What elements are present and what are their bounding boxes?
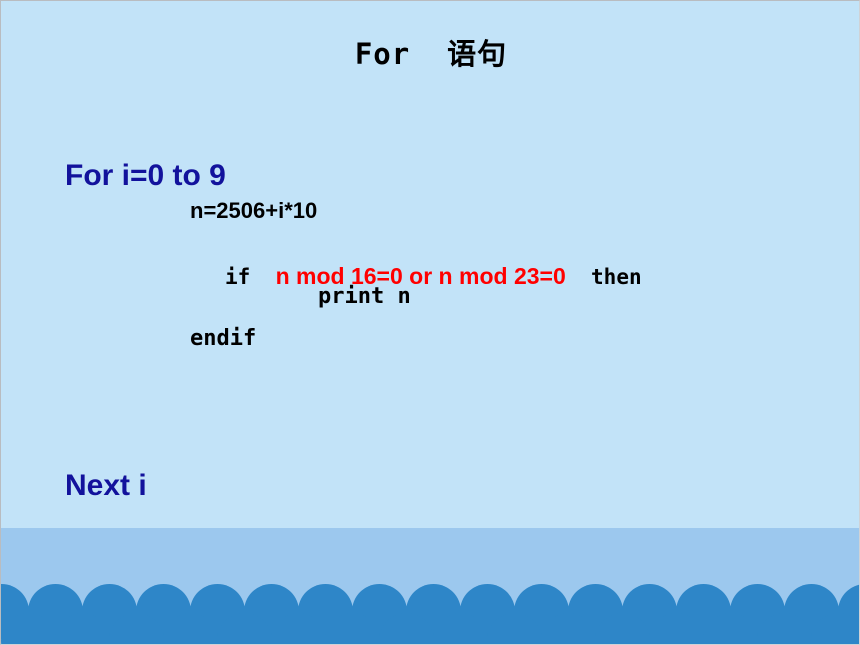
decorative-bubble bbox=[757, 613, 812, 644]
code-line-next: Next i bbox=[65, 469, 147, 502]
decorative-bubble bbox=[379, 613, 434, 644]
decorative-bubble bbox=[55, 613, 110, 644]
decorative-bubble bbox=[163, 613, 218, 644]
bubble-row-front bbox=[1, 613, 859, 644]
decorative-bubble bbox=[541, 613, 596, 644]
if-keyword: if bbox=[225, 265, 276, 289]
decorative-bubble bbox=[487, 613, 542, 644]
decorative-bubble bbox=[811, 613, 859, 644]
code-line-if: if n mod 16=0 or n mod 23=0 then bbox=[190, 244, 642, 309]
decorative-bubble bbox=[703, 613, 758, 644]
slide-canvas: For 语句 For i=0 to 9 n=2506+i*10 if n mod… bbox=[0, 0, 860, 645]
code-line-endif: endif bbox=[190, 326, 257, 351]
decorative-bubble bbox=[649, 613, 704, 644]
code-line-print: print n bbox=[318, 284, 411, 309]
decorative-bubble bbox=[1, 613, 56, 644]
then-keyword: then bbox=[565, 265, 642, 289]
code-line-assignment: n=2506+i*10 bbox=[190, 198, 318, 223]
code-line-for: For i=0 to 9 bbox=[65, 159, 226, 192]
code-block: For i=0 to 9 n=2506+i*10 if n mod 16=0 o… bbox=[1, 1, 859, 531]
decorative-bubble bbox=[217, 613, 272, 644]
decorative-bubble bbox=[325, 613, 380, 644]
decorative-bubble bbox=[109, 613, 164, 644]
decorative-bubble bbox=[433, 613, 488, 644]
bottom-decoration-band bbox=[1, 528, 859, 644]
decorative-bubble bbox=[595, 613, 650, 644]
decorative-bubble bbox=[271, 613, 326, 644]
